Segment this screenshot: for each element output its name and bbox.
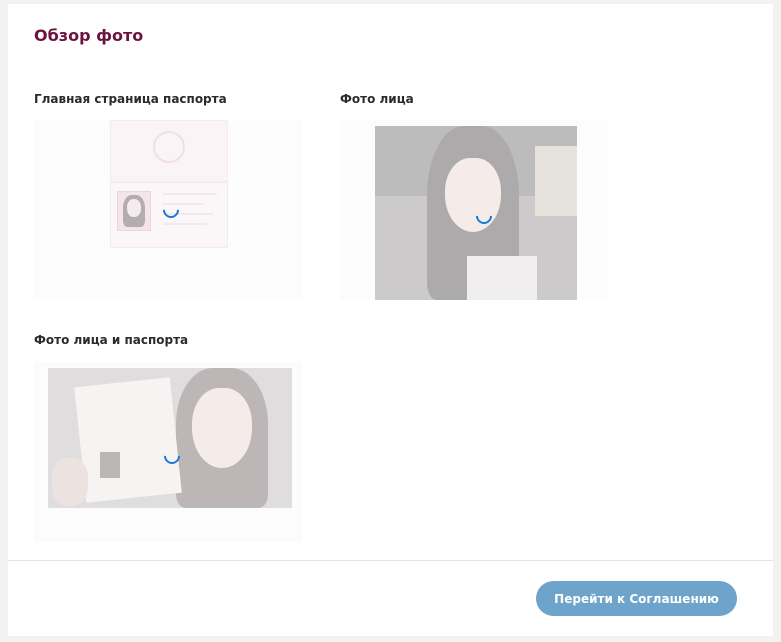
footer-divider [8,560,773,561]
page-title: Обзор фото [34,26,144,45]
face-photo-thumbnail[interactable] [340,120,608,300]
face-passport-photo-thumbnail[interactable] [34,362,302,542]
face-photo-label: Фото лица [340,92,414,106]
passport-photo-thumbnail[interactable] [34,120,302,300]
passport-photo-label: Главная страница паспорта [34,92,227,106]
face-passport-photo-label: Фото лица и паспорта [34,333,189,347]
proceed-to-agreement-button[interactable]: Перейти к Соглашению [536,581,737,616]
photo-review-panel: Обзор фото Главная страница паспорта Фот… [8,4,773,636]
